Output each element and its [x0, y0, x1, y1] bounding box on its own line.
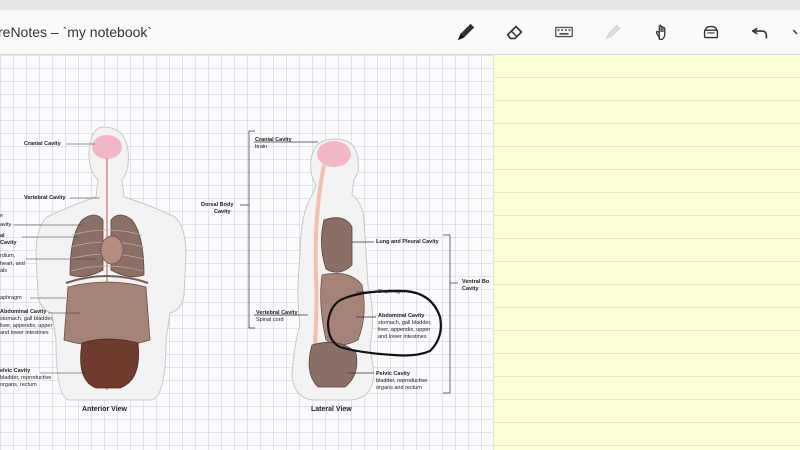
label-vertebral-cavity: Vertebral Cavity [24, 195, 66, 201]
label-lateral-pelvic-desc-2: organs and rectum [376, 385, 422, 391]
label-ventral-body: Ventral Bo [462, 279, 490, 285]
label-lateral-abdominal: Abdominal Cavity [378, 313, 425, 319]
label-fragment-4: Cavity [0, 240, 17, 246]
label-ventral-body-2: Cavity [462, 286, 479, 292]
label-abdominal-desc-3: and lower intestines [0, 330, 49, 336]
lateral-brain [317, 141, 351, 167]
label-pelvic-desc-2: organs, rectum [0, 382, 37, 388]
undo-icon [751, 27, 768, 39]
eraser-tool-button[interactable] [500, 18, 530, 46]
app-toolbar: reNotes – `my notebook` [0, 10, 800, 55]
label-fragment-2: avity [0, 222, 12, 228]
label-pelvic-cavity: elvic Cavity [0, 368, 31, 374]
heart [100, 235, 124, 265]
label-lateral-diaphragm: Diaphragm [378, 289, 405, 295]
label-lateral-vertebral: Vertebral Cavity [256, 310, 298, 316]
highlighter-icon [605, 24, 621, 40]
anatomy-image: Cranial Cavity Vertebral Cavity e avity … [0, 55, 493, 450]
label-lateral-pelvic: Pelvic Cavity [376, 371, 410, 377]
more-tools-button[interactable] [790, 18, 800, 46]
top-strip [0, 0, 800, 10]
lateral-lung [321, 217, 353, 273]
label-fragment-5: rdium, [0, 253, 16, 259]
label-lateral-cranial: Cranial Cavity [255, 137, 292, 143]
label-lateral-pelvic-desc-1: bladder, reproductive [376, 378, 428, 384]
label-abdominal-desc-1: stomach, gall bladder, [0, 316, 54, 322]
label-cranial-cavity: Cranial Cavity [24, 141, 61, 147]
caption-lateral-view: Lateral View [311, 406, 352, 413]
pelvic-cavity-shape [80, 338, 139, 389]
chevron-icon [792, 29, 798, 35]
notebook-canvas[interactable]: Cranial Cavity Vertebral Cavity e avity … [0, 55, 800, 450]
window-title: reNotes – `my notebook` [0, 24, 153, 40]
label-lateral-abd-desc-1: stomach, gall bladder, [378, 320, 432, 326]
label-lateral-abd-desc-3: and lower intestines [378, 334, 427, 340]
label-lateral-cranial-desc: brain [255, 144, 268, 150]
layers-tool-button[interactable] [696, 18, 726, 46]
hand-tool-button[interactable] [647, 18, 677, 46]
anterior-brain [92, 135, 122, 159]
abdominal-cavity-shape [63, 281, 151, 347]
undo-button[interactable] [745, 18, 775, 46]
label-lung-pleural: Lung and Pleural Cavity [376, 239, 439, 245]
keyboard-icon [555, 26, 573, 38]
label-fragment-3: al [0, 233, 5, 239]
notepad-area[interactable] [493, 55, 800, 450]
stack-icon [703, 25, 719, 39]
hand-icon [655, 24, 666, 40]
label-lateral-vertebral-desc: Spinal cord [256, 317, 284, 323]
label-abdominal-desc-2: liver, appendix, upper [0, 323, 53, 329]
label-dorsal-body-2: Cavity [214, 209, 231, 215]
pen-icon [457, 23, 475, 41]
keyboard-tool-button[interactable] [549, 18, 579, 46]
highlighter-tool-button[interactable] [598, 18, 628, 46]
label-fragment-7: als [0, 268, 8, 274]
label-lateral-abd-desc-2: liver, appendix, upper [378, 327, 431, 333]
label-pelvic-desc-1: bladder, reproductive [0, 375, 52, 381]
label-dorsal-body: Dorsal Body [201, 202, 234, 208]
label-fragment-1: e [0, 213, 4, 219]
lateral-abdomen [320, 272, 365, 346]
label-abdominal-cavity: Abdominal Cavity [0, 309, 47, 315]
label-fragment-6: heart, and [0, 261, 25, 267]
label-diaphragm: aphragm [0, 295, 22, 301]
pen-tool-button[interactable] [451, 18, 481, 46]
eraser-icon [506, 25, 523, 40]
caption-anterior-view: Anterior View [82, 406, 127, 413]
